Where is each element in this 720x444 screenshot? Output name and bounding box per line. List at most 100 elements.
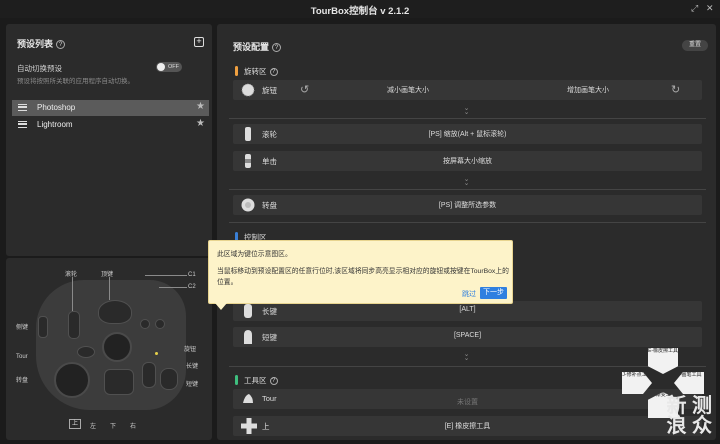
indicator-dot xyxy=(155,352,158,355)
leader-line xyxy=(109,277,110,300)
star-icon[interactable]: ★ xyxy=(196,118,205,129)
click-row[interactable]: 单击 按屏幕大小缩放 xyxy=(233,151,702,171)
config-title: 预设配置 xyxy=(233,42,270,52)
leader-line xyxy=(159,287,187,288)
preset-list-panel: 预设列表? + 自动切换预设 预设将按照所关联的应用程序自动切换。 OFF Ph… xyxy=(6,24,212,256)
dpad-right-label: B-画笔工具 xyxy=(676,372,702,378)
onboarding-tooltip: 此区域为键位示意图区。 当鼠标移动到预设配置区的任意行位时,该区域将同步高亮显示… xyxy=(208,240,513,310)
row-name: 旋钮 xyxy=(262,86,277,95)
window-title: TourBox控制台 v 2.1.2 xyxy=(310,6,410,17)
dpad-up-arm: E-橡皮擦工具 xyxy=(648,348,678,374)
help-icon[interactable]: ? xyxy=(272,43,282,52)
dpad-up-label: E-橡皮擦工具 xyxy=(648,348,679,354)
roller-row[interactable]: 滚轮 [PS] 缩放(Alt + 鼠标滚轮) xyxy=(233,124,702,144)
label-side: 侧键 xyxy=(16,325,29,331)
preset-item-photoshop[interactable]: Photoshop ★ xyxy=(12,100,209,116)
section-color-bar xyxy=(235,66,238,76)
auto-switch-toggle[interactable]: OFF xyxy=(156,62,182,72)
preset-list-header: 预设列表? xyxy=(17,37,66,50)
label-top: 顶键 xyxy=(101,272,114,278)
roller-control xyxy=(68,311,80,339)
label-left: 左 xyxy=(90,424,97,430)
expand-chevron-icon[interactable]: ⌄ ⌄ xyxy=(217,105,716,116)
dpad-control xyxy=(104,369,134,395)
auto-switch-label: 自动切换预设 xyxy=(17,64,62,73)
divider xyxy=(229,189,706,190)
row-value: [PS] 调整所选参数 xyxy=(438,202,497,209)
label-up: 上 xyxy=(69,419,81,429)
help-icon[interactable]: ? xyxy=(269,377,278,385)
rotate-section-header: 旋转区? xyxy=(235,66,278,77)
label-right: 右 xyxy=(130,424,137,430)
label-knob: 旋钮 xyxy=(184,347,197,353)
label-roller: 滚轮 xyxy=(65,272,78,278)
divider xyxy=(229,222,706,223)
reset-button[interactable]: 重置 xyxy=(682,40,708,51)
short-button xyxy=(160,368,178,390)
dial-control xyxy=(54,362,90,398)
c2-button xyxy=(155,319,165,329)
row-value: [ALT] xyxy=(459,306,476,313)
dpad-left-label: J-修补点工具 xyxy=(622,372,652,378)
knob-left-value[interactable]: 减小画笔大小 xyxy=(333,85,483,95)
label-short: 短键 xyxy=(186,382,199,388)
dial-row[interactable]: 转盘 [PS] 调整所选参数 xyxy=(233,195,702,215)
tour-button xyxy=(77,346,95,358)
config-header: 预设配置? xyxy=(233,40,282,53)
tool-section-header: 工具区? xyxy=(235,375,278,386)
label-long: 长键 xyxy=(186,364,199,370)
label-dial: 转盘 xyxy=(16,378,29,384)
maximize-icon[interactable]: ⤢ xyxy=(691,3,698,13)
row-value: [PS] 缩放(Alt + 鼠标滚轮) xyxy=(428,131,507,138)
toggle-state-text: OFF xyxy=(168,64,179,70)
side-button xyxy=(38,316,48,338)
expand-chevron-icon[interactable]: ⌄ ⌄ xyxy=(217,176,716,187)
star-icon[interactable]: ★ xyxy=(196,101,205,112)
section-title: 工具区 xyxy=(244,376,267,385)
leader-line xyxy=(145,275,187,276)
tooltip-body: 当鼠标移动到预设配置区的任意行位时,该区域将同步高亮显示相对应的旋钮或按键在To… xyxy=(217,268,509,286)
label-c2: C2 xyxy=(188,284,196,290)
tooltip-title: 此区域为键位示意图区。 xyxy=(217,251,292,258)
watermark-line2: 浪 众 xyxy=(666,415,712,437)
preset-item-lightroom[interactable]: Lightroom ★ xyxy=(12,117,209,133)
label-c1: C1 xyxy=(188,272,196,278)
knob-right-value[interactable]: 增加画笔大小 xyxy=(513,85,663,95)
knob-icon xyxy=(241,82,255,98)
rotate-cw-icon: ↻ xyxy=(671,84,681,96)
rotate-ccw-icon: ↺ xyxy=(300,84,310,96)
row-value: [SPACE] xyxy=(453,332,482,339)
watermark: 新 测 浪 众 xyxy=(666,396,712,436)
close-icon[interactable]: ✕ xyxy=(706,3,714,13)
divider xyxy=(229,118,706,119)
top-button xyxy=(98,300,132,324)
preset-name: Photoshop xyxy=(37,103,76,112)
dpad-left-arm: J-修补点工具 xyxy=(622,372,652,394)
c1-button xyxy=(140,319,150,329)
help-icon[interactable]: ? xyxy=(56,40,66,49)
row-value: 按屏幕大小缩放 xyxy=(443,158,492,165)
knob-row[interactable]: 旋钮 ↺ 减小画笔大小 增加画笔大小 ↻ xyxy=(233,80,702,100)
label-tour: Tour xyxy=(16,354,28,360)
help-icon[interactable]: ? xyxy=(269,68,278,76)
title-bar: TourBox控制台 v 2.1.2 ⤢ ✕ xyxy=(0,0,720,18)
device-diagram-panel: 滚轮 顶键 C1 C2 侧键 旋钮 Tour 转盘 长键 短键 上 左 下 右 xyxy=(6,258,212,440)
next-button[interactable]: 下一步 xyxy=(480,287,507,299)
auto-switch-description: 预设将按照所关联的应用程序自动切换。 xyxy=(17,78,134,85)
add-preset-button[interactable]: + xyxy=(194,37,204,47)
long-key-row[interactable]: 长键 [ALT] xyxy=(233,301,702,321)
preset-list-title: 预设列表 xyxy=(17,39,54,49)
label-down: 下 xyxy=(110,424,117,430)
drag-handle-icon[interactable] xyxy=(18,121,27,128)
knob-control xyxy=(102,332,132,362)
long-button xyxy=(142,362,156,388)
watermark-line1: 新 测 xyxy=(666,395,712,417)
dpad-right-arm: B-画笔工具 xyxy=(674,372,704,394)
section-color-bar xyxy=(235,375,238,385)
leader-line xyxy=(72,277,73,311)
toggle-knob xyxy=(157,63,165,71)
preset-name: Lightroom xyxy=(37,120,73,129)
section-title: 旋转区 xyxy=(244,67,267,76)
skip-button[interactable]: 跳过 xyxy=(462,289,476,299)
drag-handle-icon[interactable] xyxy=(18,104,27,111)
